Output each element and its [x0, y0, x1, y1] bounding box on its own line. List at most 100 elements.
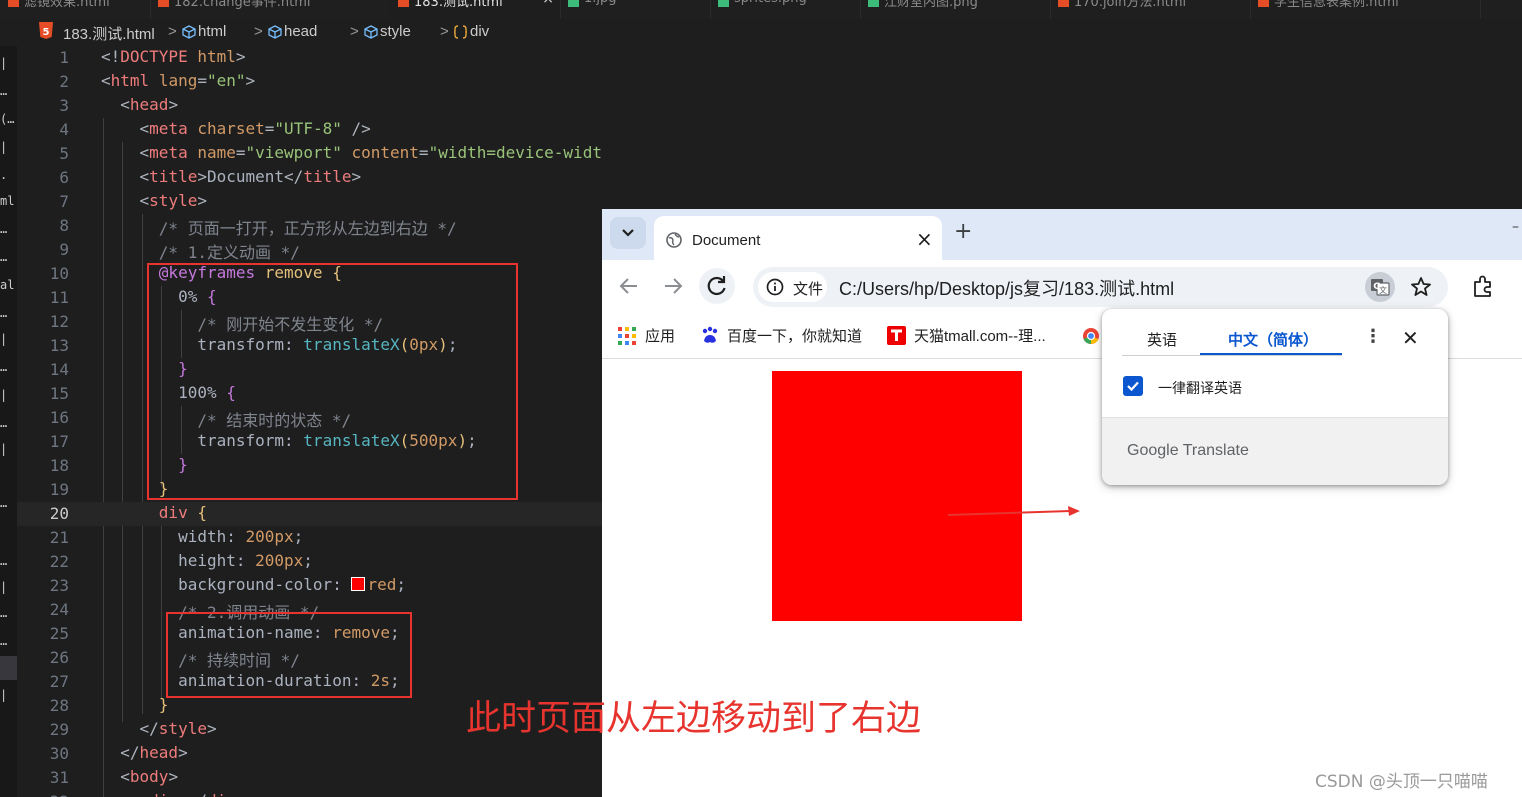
- close-icon[interactable]: ✕: [1402, 326, 1419, 350]
- breadcrumb-item[interactable]: head: [284, 23, 317, 40]
- editor-tab[interactable]: 滤镜效果.html: [0, 0, 151, 19]
- bookmark-baidu[interactable]: 百度一下，你就知道: [727, 325, 862, 346]
- url-text[interactable]: C:/Users/hp/Desktop/js复习/183.测试.html: [839, 275, 1174, 301]
- bookmark-tmall[interactable]: 天猫tmall.com--理...: [914, 325, 1046, 346]
- breadcrumb-item[interactable]: html: [198, 23, 226, 40]
- always-translate-label: 一律翻译英语: [1158, 380, 1242, 396]
- reload-button[interactable]: [699, 268, 735, 304]
- new-tab-button[interactable]: +: [954, 219, 972, 244]
- code-text: </head>: [120, 743, 188, 762]
- explorer-fragment: |: [0, 688, 8, 702]
- code-text: }: [158, 479, 169, 498]
- code-editor[interactable]: 1 <!DOCTYPE html> 2 <html lang="en"> 3 <he…: [17, 46, 602, 797]
- code-text: transform: translateX(500px);: [197, 431, 477, 450]
- html5-icon: [158, 0, 169, 7]
- explorer-edge: | … (… | . ml … … al … | … | … | … … | ……: [0, 46, 17, 797]
- code-text: /* 2.调用动画 */: [178, 603, 320, 622]
- translate-popup: 英语 中文（简体） ⋮ ✕ 一律翻译英语 Google Translate: [1102, 309, 1448, 485]
- code-line: 30 </head>: [49, 743, 188, 763]
- extensions-icon[interactable]: [1470, 274, 1496, 300]
- code-text: transform: translateX(0px);: [197, 335, 458, 354]
- translate-button[interactable]: G文: [1365, 272, 1395, 302]
- tab-source-language[interactable]: 英语: [1147, 329, 1177, 350]
- color-swatch[interactable]: [351, 577, 366, 591]
- globe-icon: [666, 232, 682, 248]
- code-text: <!DOCTYPE html>: [101, 47, 246, 66]
- editor-tab[interactable]: 1.jpg: [560, 0, 711, 19]
- code-text: }: [158, 695, 169, 714]
- explorer-fragment: …: [0, 634, 8, 648]
- checkmark-icon: [1127, 381, 1139, 392]
- html5-icon: 5: [38, 22, 54, 44]
- more-options-icon[interactable]: ⋮: [1364, 326, 1382, 347]
- browser-tab-title: Document: [692, 232, 761, 249]
- code-text: /* 页面一打开，正方形从左边到右边 */: [158, 219, 457, 238]
- editor-tab-label: 170.join方法.html: [1074, 0, 1187, 10]
- code-text: <div></div>: [101, 791, 246, 797]
- code-text: @keyframes remove {: [158, 263, 342, 282]
- code-line: 15 100% {: [49, 383, 236, 403]
- tmall-icon: [887, 326, 906, 345]
- editor-tab-label: 滤镜效果.html: [24, 0, 110, 10]
- browser-tab[interactable]: Document ×: [654, 216, 942, 260]
- breadcrumb-file[interactable]: 183.测试.html: [63, 23, 155, 44]
- address-bar[interactable]: 文件 C:/Users/hp/Desktop/js复习/183.测试.html …: [753, 267, 1448, 307]
- baidu-paw-icon: [701, 326, 719, 349]
- explorer-fragment: |: [0, 580, 8, 594]
- code-text: height: 200px;: [178, 551, 313, 570]
- editor-tab-label: 182.change事件.html: [174, 0, 311, 10]
- editor-tab[interactable]: 183.测试.html ×: [390, 0, 561, 19]
- code-text: 100% {: [178, 383, 236, 402]
- editor-tab-label: 江财室内图.png: [884, 0, 978, 10]
- code-line: 32 <div></div>: [17, 790, 602, 797]
- editor-tab[interactable]: 182.change事件.html: [150, 0, 391, 19]
- chrome-icon: [1082, 327, 1100, 349]
- selector-icon: [453, 25, 468, 39]
- explorer-fragment: |: [0, 388, 8, 402]
- editor-tab[interactable]: sprites.png: [710, 0, 861, 19]
- editor-tab-label: sprites.png: [734, 0, 807, 6]
- forward-button[interactable]: [655, 268, 691, 304]
- site-info-chip[interactable]: 文件: [758, 272, 827, 302]
- breadcrumb-separator: >: [254, 23, 263, 40]
- code-text: <html lang="en">: [101, 71, 256, 90]
- tab-close-icon[interactable]: ×: [542, 0, 554, 7]
- breadcrumb-item[interactable]: style: [380, 23, 411, 40]
- editor-tab[interactable]: 170.join方法.html: [1050, 0, 1251, 19]
- explorer-fragment: (…: [0, 112, 15, 126]
- code-text: <meta name="viewport" content="width=dev…: [139, 143, 602, 162]
- tab-target-language[interactable]: 中文（简体）: [1228, 329, 1318, 350]
- code-line: 21 width: 200px;: [49, 527, 304, 547]
- tab-search-button[interactable]: [610, 217, 646, 249]
- back-button[interactable]: [611, 268, 647, 304]
- explorer-fragment: |: [0, 442, 8, 456]
- image-icon: [868, 0, 879, 7]
- code-text: <head>: [120, 95, 179, 114]
- explorer-fragment: …: [0, 606, 8, 620]
- tab-close-icon[interactable]: ×: [916, 227, 933, 251]
- code-line: 5 <meta name="viewport" content="width=d…: [17, 142, 602, 166]
- code-text: background-color: red;: [178, 575, 406, 594]
- breadcrumb-item[interactable]: div: [470, 23, 489, 40]
- breadcrumb: 5 183.测试.html > html > head > style > div: [0, 19, 1522, 46]
- code-text: /* 1.定义动画 */: [158, 243, 300, 262]
- explorer-fragment: |: [0, 332, 8, 346]
- annotation-text: 此时页面从左边移动到了右边: [466, 699, 922, 739]
- breadcrumb-separator: >: [350, 23, 359, 40]
- translate-footer: Google Translate: [1102, 417, 1448, 485]
- code-line: 22 height: 200px;: [49, 551, 313, 571]
- code-text: div {: [158, 503, 207, 522]
- code-line: 4 <meta charset="UTF-8" />: [59, 119, 371, 139]
- editor-tab[interactable]: 学生信息表案例.html: [1250, 0, 1481, 19]
- minimize-button[interactable]: –: [1512, 219, 1522, 235]
- explorer-selected-item[interactable]: [0, 656, 17, 680]
- code-text: }: [178, 455, 188, 474]
- code-line: 18 }: [49, 455, 188, 475]
- html5-icon: [1058, 0, 1069, 7]
- editor-tab[interactable]: 江财室内图.png: [860, 0, 1051, 19]
- always-translate-checkbox[interactable]: [1123, 376, 1143, 396]
- svg-text:5: 5: [43, 27, 50, 38]
- explorer-fragment: .: [0, 168, 8, 182]
- bookmark-star-icon[interactable]: [1409, 275, 1433, 299]
- bookmark-apps[interactable]: 应用: [645, 325, 675, 346]
